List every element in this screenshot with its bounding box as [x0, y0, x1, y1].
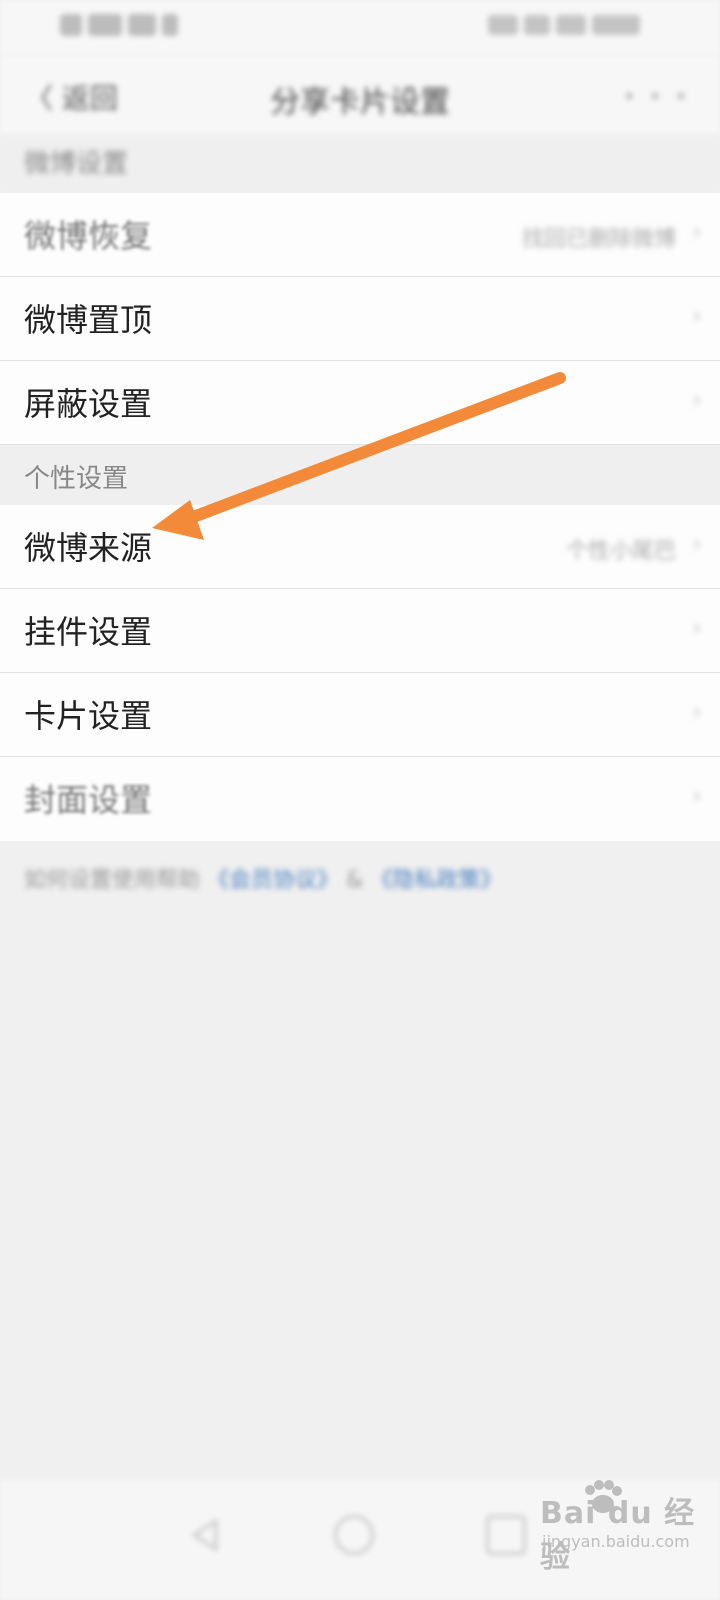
chevron-right-icon: › — [691, 781, 702, 811]
chevron-right-icon: › — [691, 613, 702, 643]
row-label: 微博来源 — [24, 529, 153, 567]
chevron-right-icon: › — [691, 217, 702, 247]
chevron-right-icon: › — [691, 529, 702, 559]
section-header-personal: 个性设置 — [0, 445, 720, 505]
row-label: 微博恢复 — [24, 217, 153, 255]
footer-separator: & — [346, 868, 364, 893]
row-widget-settings[interactable]: 挂件设置 › — [0, 589, 720, 673]
page-title: 分享卡片设置 — [270, 85, 450, 120]
signal-icons — [60, 14, 188, 40]
footer-text: 如何设置使用帮助 — [24, 868, 201, 893]
row-cover-settings[interactable]: 封面设置 › — [0, 757, 720, 841]
section-header-weibo: 微博设置 — [0, 135, 720, 193]
recent-apps-icon[interactable] — [486, 1515, 526, 1555]
home-circle-icon[interactable] — [334, 1515, 374, 1555]
chevron-right-icon: › — [691, 697, 702, 727]
row-label: 微博置顶 — [24, 301, 153, 339]
row-block-settings[interactable]: 屏蔽设置 › — [0, 361, 720, 445]
back-triangle-icon[interactable] — [186, 1515, 226, 1555]
row-value: 找回已删除微博 — [521, 227, 676, 252]
row-value: 个性小尾巴 — [565, 539, 676, 564]
row-label: 卡片设置 — [24, 697, 153, 735]
more-icon[interactable]: • • • — [622, 83, 690, 111]
footer-note: 如何设置使用帮助 《会员协议》 & 《隐私政策》 — [24, 862, 502, 894]
nav-bar: 〈 返回 分享卡片设置 • • • — [0, 55, 720, 135]
row-card-settings[interactable]: 卡片设置 › — [0, 673, 720, 757]
row-label: 屏蔽设置 — [24, 385, 153, 423]
baidu-jingyan-watermark: Bai du 经验 jingyan.baidu.com — [540, 1480, 710, 1575]
row-label: 挂件设置 — [24, 613, 153, 651]
battery-time-icons — [440, 14, 640, 40]
status-bar — [0, 0, 720, 55]
row-label: 封面设置 — [24, 781, 153, 819]
row-weibo-pin[interactable]: 微博置顶 › — [0, 277, 720, 361]
row-weibo-source[interactable]: 微博来源 个性小尾巴 › — [0, 505, 720, 589]
member-agreement-link[interactable]: 《会员协议》 — [207, 868, 339, 893]
row-weibo-restore[interactable]: 微博恢复 找回已删除微博 › — [0, 193, 720, 277]
privacy-policy-link[interactable]: 《隐私政策》 — [370, 868, 502, 893]
chevron-right-icon: › — [691, 385, 702, 415]
watermark-url: jingyan.baidu.com — [542, 1532, 690, 1551]
chevron-right-icon: › — [691, 301, 702, 331]
